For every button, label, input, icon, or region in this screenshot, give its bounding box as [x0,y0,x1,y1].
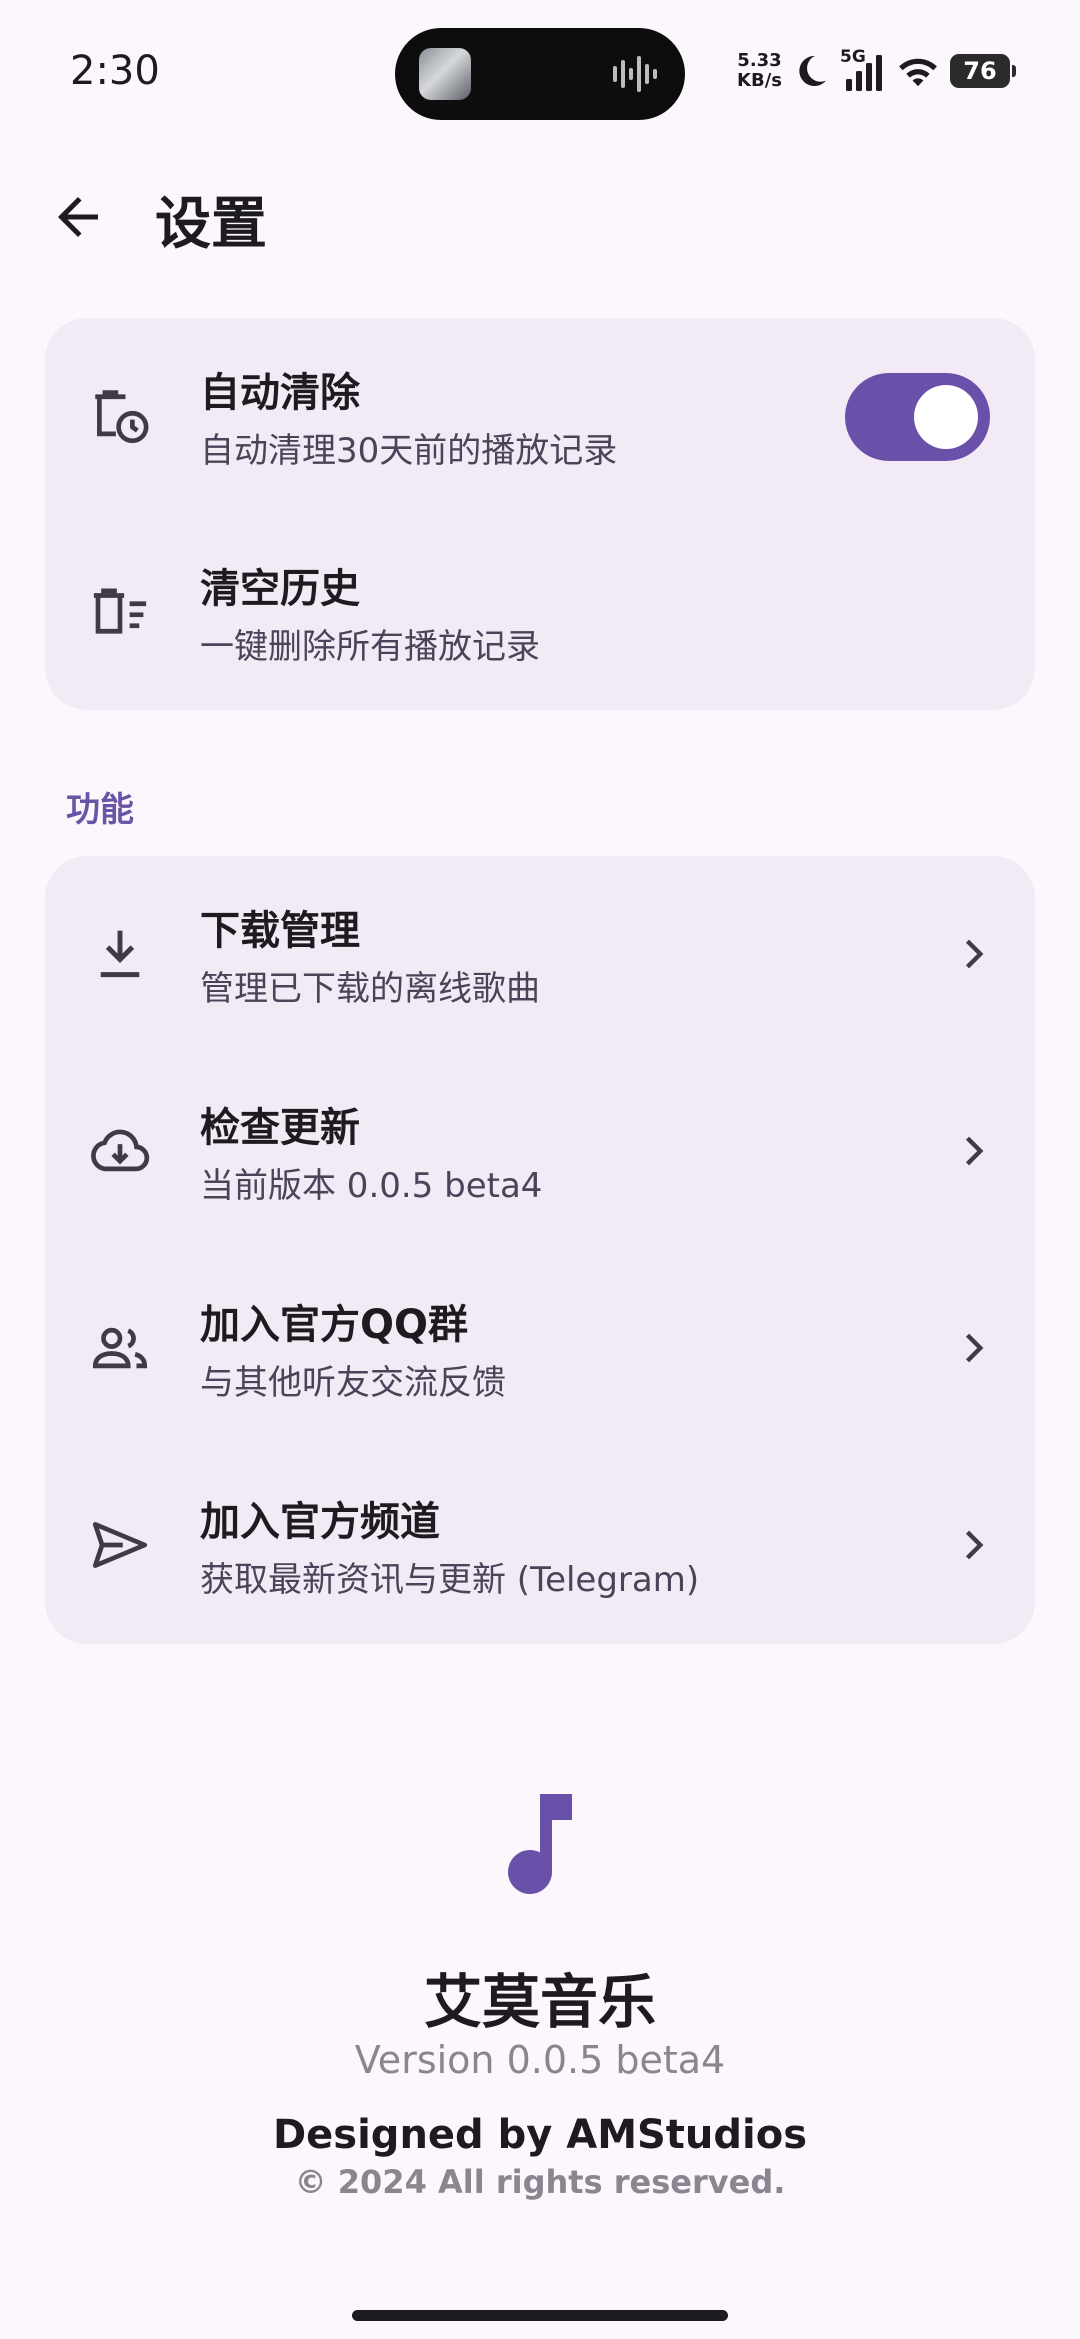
features-card: 下载管理 管理已下载的离线歌曲 检查更新 当前版本 0.0.5 beta4 加入… [45,856,1035,1644]
setting-check-update[interactable]: 检查更新 当前版本 0.0.5 beta4 [45,1053,1035,1249]
setting-subtitle: 自动清理30天前的播放记录 [200,431,618,471]
battery-icon: 76 [950,54,1016,88]
music-note-icon [508,1794,572,1894]
battery-level: 76 [963,57,997,85]
page-title: 设置 [155,192,267,257]
download-icon [100,930,140,978]
section-label-features: 功能 [66,790,134,830]
setting-subtitle: 一键删除所有播放记录 [200,627,540,667]
audio-wave-icon [613,56,657,92]
delete-sweep-icon [93,588,147,634]
auto-clear-toggle[interactable] [845,373,990,461]
history-card: 自动清除 自动清理30天前的播放记录 清空历史 一键删除所有播放记录 [45,318,1035,710]
chevron-right-icon [965,1530,984,1560]
send-icon [92,1522,148,1568]
delete-clock-icon [95,390,149,444]
setting-subtitle: 获取最新资讯与更新 (Telegram) [200,1560,700,1600]
dynamic-island[interactable] [395,28,685,120]
home-indicator[interactable] [352,2310,728,2321]
wifi-icon [899,58,937,87]
net-speed-unit: KB/s [737,70,782,91]
status-icons: 5.33 KB/s 5G 76 [737,47,1016,94]
chevron-right-icon [965,939,984,969]
app-version: Version 0.0.5 beta4 [354,2038,726,2082]
chevron-right-icon [965,1333,984,1363]
setting-title: 下载管理 [200,908,360,954]
setting-title: 加入官方QQ群 [200,1302,469,1348]
moon-icon [799,55,827,87]
signal-icon: 5G [840,47,886,91]
toggle-knob [914,385,978,449]
setting-subtitle: 当前版本 0.0.5 beta4 [200,1166,543,1206]
setting-clear-history[interactable]: 清空历史 一键删除所有播放记录 [45,514,1035,710]
copyright: © 2024 All rights reserved. [294,2163,786,2201]
setting-title: 检查更新 [200,1105,360,1151]
net-speed-value: 5.33 [737,50,782,71]
setting-download-manager[interactable]: 下载管理 管理已下载的离线歌曲 [45,856,1035,1052]
designed-by: Designed by AMStudios [272,2112,808,2158]
setting-subtitle: 管理已下载的离线歌曲 [200,969,540,1009]
status-time: 2:30 [70,48,160,94]
group-icon [92,1327,148,1369]
arrow-left-icon[interactable] [48,187,108,247]
top-app-bar: 设置 [0,175,1080,257]
setting-subtitle: 与其他听友交流反馈 [200,1363,506,1403]
setting-join-qq-group[interactable]: 加入官方QQ群 与其他听友交流反馈 [45,1250,1035,1446]
app-name: 艾莫音乐 [423,1968,656,2036]
media-thumbnail [419,48,471,100]
setting-join-channel[interactable]: 加入官方频道 获取最新资讯与更新 (Telegram) [45,1447,1035,1643]
net-speed: 5.33 KB/s [737,51,782,91]
setting-title: 自动清除 [200,370,360,416]
setting-title: 加入官方频道 [200,1499,440,1545]
setting-auto-clear[interactable]: 自动清除 自动清理30天前的播放记录 [45,318,1035,514]
setting-title: 清空历史 [200,566,360,612]
cloud-download-icon [91,1129,150,1172]
chevron-right-icon [965,1136,984,1166]
status-bar: 2:30 5.33 KB/s 5G 76 [0,0,1080,140]
